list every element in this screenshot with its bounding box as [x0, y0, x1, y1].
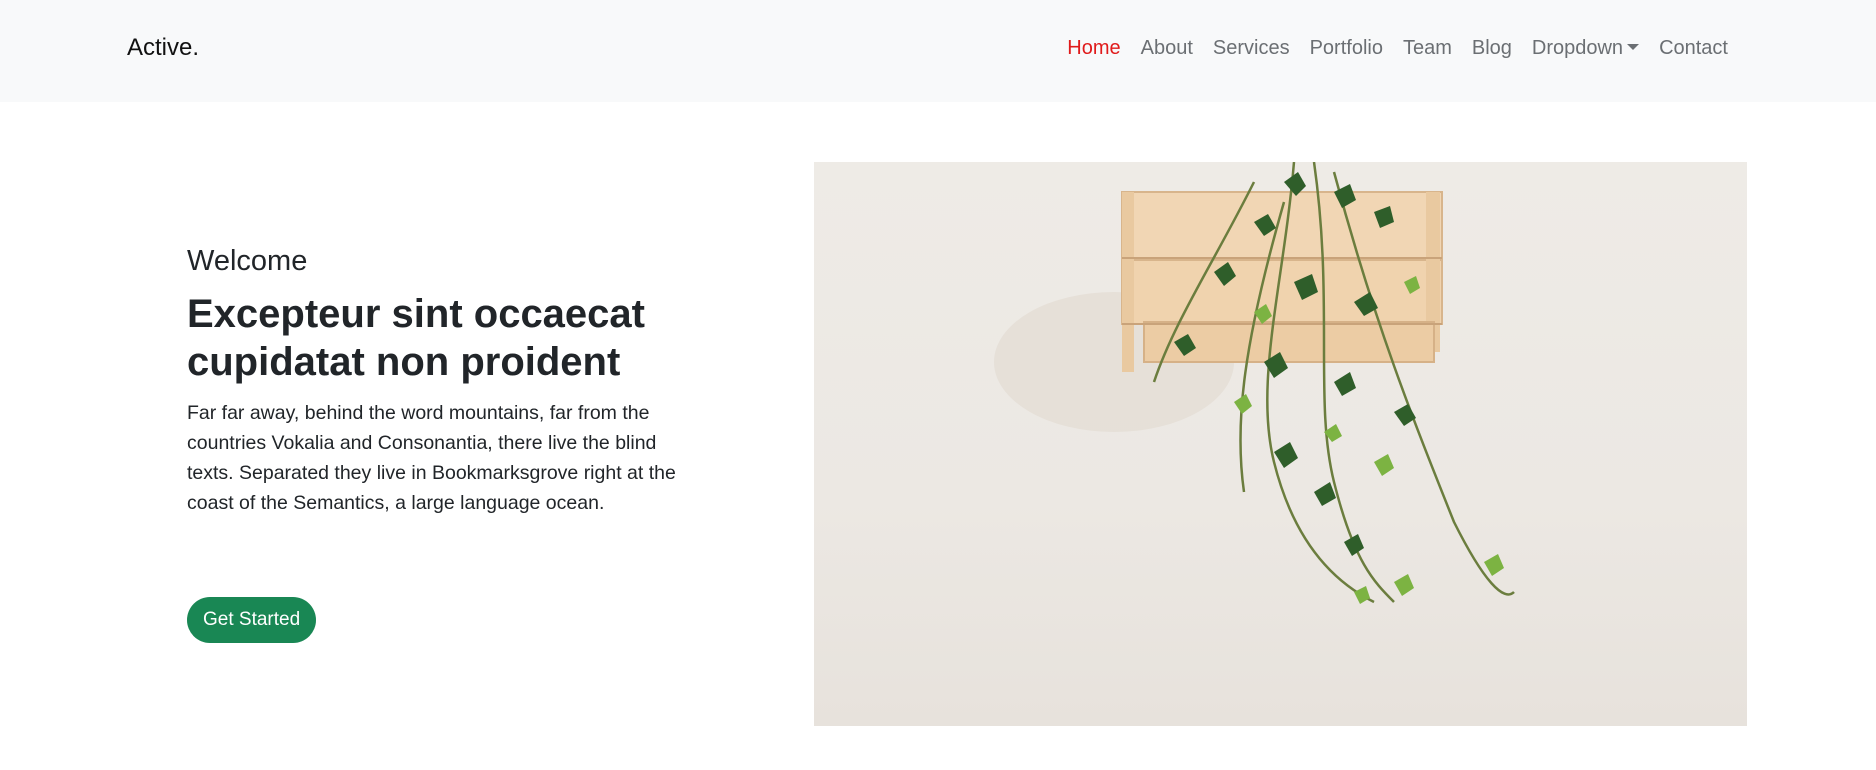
nav-dropdown-label: Dropdown	[1531, 37, 1624, 59]
get-started-button[interactable]: Get Started	[187, 597, 317, 643]
main-nav: Home About Services Portfolio Team Blog …	[1057, 34, 1738, 62]
hero-headline: Excepteur sint occaecat cupidatat non pr…	[187, 290, 707, 386]
nav-dropdown[interactable]: Dropdown	[1522, 34, 1649, 62]
caret-down-icon	[1627, 44, 1640, 50]
nav-blog[interactable]: Blog	[1462, 34, 1522, 62]
top-navbar: Active. Home About Services Portfolio Te…	[0, 0, 1876, 102]
nav-portfolio[interactable]: Portfolio	[1300, 34, 1393, 62]
nav-team[interactable]: Team	[1393, 34, 1462, 62]
hero-welcome: Welcome	[187, 245, 308, 277]
nav-contact[interactable]: Contact	[1649, 34, 1738, 62]
nav-services[interactable]: Services	[1203, 34, 1300, 62]
hero-text-block: Welcome Excepteur sint occaecat cupidata…	[187, 242, 707, 518]
hero-headline-line-1: Excepteur sint occaecat	[187, 292, 645, 336]
hero-headline-line-2: cupidatat non proident	[187, 340, 621, 384]
hero-image	[814, 162, 1747, 726]
nav-home[interactable]: Home	[1057, 34, 1130, 62]
hero-paragraph: Far far away, behind the word mountains,…	[187, 402, 676, 514]
brand-logo[interactable]: Active.	[127, 32, 199, 64]
nav-about[interactable]: About	[1131, 34, 1203, 62]
plant-illustration	[994, 162, 1515, 604]
